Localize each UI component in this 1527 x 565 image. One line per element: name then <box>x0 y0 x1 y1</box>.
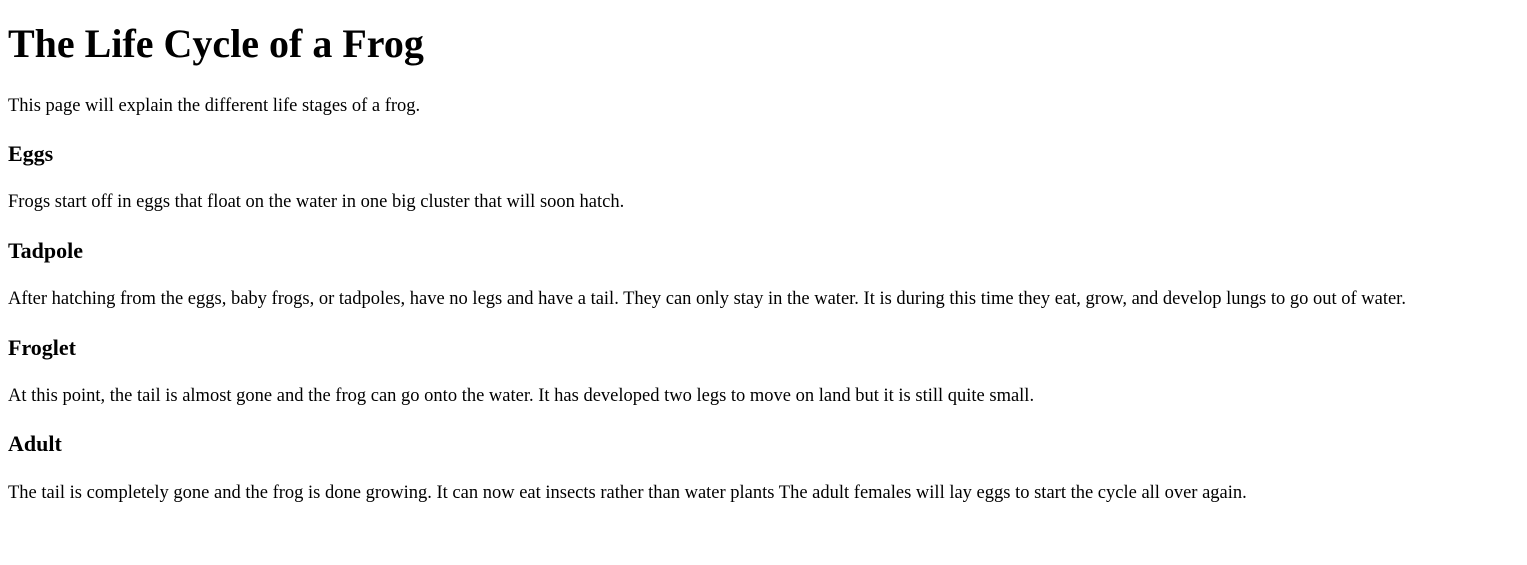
eggs-heading: Eggs <box>8 141 54 166</box>
intro-paragraph: This page will explain the different lif… <box>8 96 421 116</box>
tadpole-heading: Tadpole <box>8 238 84 263</box>
froglet-paragraph: At this point, the tail is almost gone a… <box>8 386 1035 406</box>
adult-paragraph: The tail is completely gone and the frog… <box>8 483 1247 503</box>
froglet-heading: Froglet <box>8 335 77 360</box>
eggs-paragraph: Frogs start off in eggs that float on th… <box>8 192 625 212</box>
document-page: The Life Cycle of a Frog This page will … <box>0 0 1527 565</box>
page-title: The Life Cycle of a Frog <box>8 21 424 66</box>
tadpole-paragraph: After hatching from the eggs, baby frogs… <box>8 289 1406 309</box>
adult-heading: Adult <box>8 431 62 456</box>
